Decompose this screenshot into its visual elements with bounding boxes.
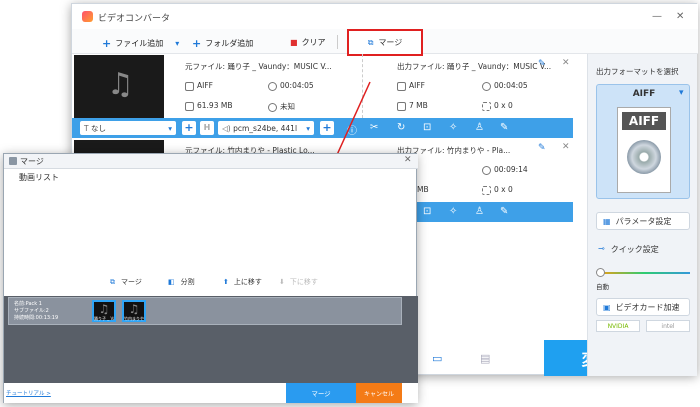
pack-name: 名前:Pack 1	[14, 301, 42, 307]
move-up-action[interactable]: ⬆ 上に移す	[223, 277, 262, 287]
split-action[interactable]: ◧ 分割	[168, 277, 195, 287]
dialog-title: マージ	[20, 157, 44, 166]
dialog-merge-action[interactable]: ⧉ マージ	[110, 277, 142, 287]
pack-info: 名前:Pack 1 サブファイル:2 持続時間:00:13:19	[14, 301, 58, 322]
video-list-label: 動画リスト	[19, 173, 59, 182]
pack-duration: 持続時間:00:13:19	[14, 315, 59, 321]
dialog-merge-button[interactable]: マージ	[286, 383, 356, 403]
clip-label: 踊り子 _ Va...	[94, 316, 114, 321]
pack-clip[interactable]: ♫ 踊り子 _ Va...	[92, 300, 116, 322]
pack-subfiles: サブファイル:2	[14, 308, 49, 314]
merge-icon: ⧉	[110, 277, 115, 286]
arrow-down-icon: ⬇	[279, 278, 285, 286]
music-note-icon: ♫	[128, 302, 140, 316]
pack-clip[interactable]: ♫ 竹内まりや...	[122, 300, 146, 322]
merge-pack[interactable]: 名前:Pack 1 サブファイル:2 持続時間:00:13:19 ♫ 踊り子 _…	[8, 297, 402, 325]
move-down-action[interactable]: ⬇ 下に移す	[279, 277, 318, 287]
dialog-close-button[interactable]: ✕	[404, 155, 412, 165]
tutorial-link[interactable]: チュートリアル >	[6, 389, 51, 397]
dialog-footer: チュートリアル > マージ キャンセル	[4, 383, 418, 403]
dialog-title-bar: マージ ✕	[4, 154, 418, 169]
clip-label: 竹内まりや...	[124, 316, 144, 321]
cancel-button[interactable]: キャンセル	[356, 383, 402, 403]
dialog-logo-icon	[9, 157, 17, 165]
merge-dialog: マージ ✕ 動画リスト ⧉ マージ ◧ 分割 ⬆ 上に移す ⬇ 下に移す 名前:Pack…	[3, 153, 418, 403]
arrow-up-icon: ⬆	[223, 278, 229, 286]
split-icon: ◧	[168, 278, 175, 286]
music-note-icon: ♫	[98, 302, 110, 316]
